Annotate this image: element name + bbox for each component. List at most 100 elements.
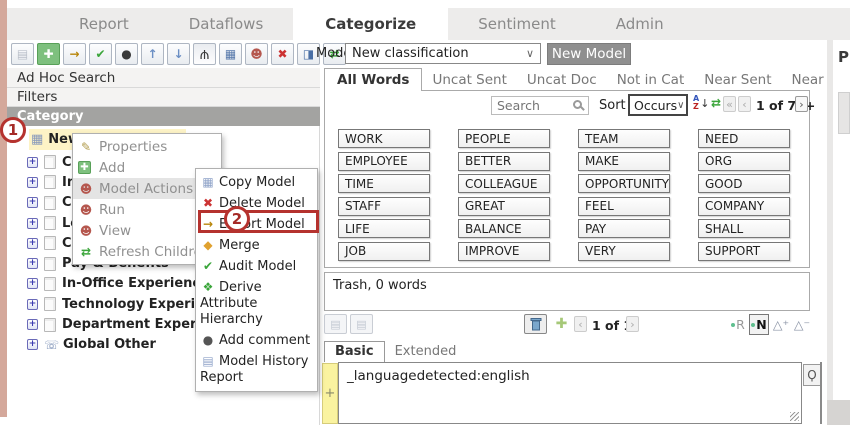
add-word-icon[interactable]: ✚ [550, 314, 573, 334]
save-rule-icon[interactable]: ▤ [324, 314, 347, 334]
model-actions-submenu: ▦Copy Model ✖Delete Model →Export Model … [195, 168, 318, 392]
word-chip[interactable]: PEOPLE [458, 129, 550, 148]
expand-icon[interactable]: + [27, 319, 38, 330]
rule-editor[interactable]: _languagedetected:english [338, 362, 802, 424]
search-icon[interactable] [573, 100, 582, 109]
tab-extended[interactable]: Extended [385, 342, 467, 362]
sort-az-icon[interactable]: AZ ↓ [693, 95, 709, 111]
export-icon[interactable]: → [63, 43, 86, 65]
add-icon[interactable]: ✚ [37, 43, 60, 65]
add-rule-strip[interactable]: + [322, 363, 338, 424]
move-down-icon[interactable]: ↓ [167, 43, 190, 65]
expand-icon[interactable]: + [27, 218, 38, 229]
adhoc-search-header[interactable]: Ad Hoc Search [7, 68, 320, 88]
font-increase-icon[interactable]: △⁺ [771, 314, 791, 335]
tree-node-label[interactable]: In-Office Experience [62, 276, 209, 291]
expand-icon[interactable]: + [27, 339, 38, 350]
page-next-button[interactable]: › [795, 96, 808, 112]
expand-icon[interactable]: + [27, 258, 38, 269]
filters-header[interactable]: Filters [7, 88, 320, 107]
expand-icon[interactable]: + [27, 197, 38, 208]
word-chip[interactable]: JOB [338, 242, 430, 261]
annotation-step-1: 1 [0, 117, 26, 143]
word-chip[interactable]: SHALL [698, 219, 790, 238]
save-icon[interactable]: ▤ [11, 43, 34, 65]
toggle-r-icon[interactable]: R [728, 314, 748, 335]
word-chip[interactable]: SUPPORT [698, 242, 790, 261]
tab-uncat-doc[interactable]: Uncat Doc [517, 69, 607, 91]
preview-panel-edge: Pr [833, 40, 850, 425]
comment-icon[interactable]: ● [115, 43, 138, 65]
nav-tab-admin[interactable]: Admin [586, 8, 694, 40]
tab-not-in-cat[interactable]: Not in Cat [607, 69, 695, 91]
move-up-icon[interactable]: ↑ [141, 43, 164, 65]
grid-icon[interactable]: ▦ [219, 43, 242, 65]
audit-icon: ✔ [200, 258, 216, 274]
word-chip[interactable]: IMPROVE [458, 242, 550, 261]
left-margin-strip [0, 0, 7, 417]
tab-basic[interactable]: Basic [324, 341, 385, 362]
model-actions-icon[interactable]: ☻ [245, 43, 268, 65]
expand-icon[interactable]: + [27, 238, 38, 249]
editor-scrollbar[interactable] [820, 362, 822, 424]
rules-prev-button[interactable]: ‹ [574, 316, 587, 332]
word-chip[interactable]: COMPANY [698, 197, 790, 216]
audit-icon[interactable]: ✔ [89, 43, 112, 65]
nav-tab-categorize[interactable]: Categorize [293, 8, 448, 40]
expand-icon[interactable]: + [27, 278, 38, 289]
nav-tab-report[interactable]: Report [49, 8, 159, 40]
delete-icon[interactable]: ✖ [271, 43, 294, 65]
word-chip[interactable]: VERY [578, 242, 670, 261]
word-chip[interactable]: PAY [578, 219, 670, 238]
word-chip[interactable]: TIME [338, 174, 430, 193]
rules-next-button[interactable]: › [626, 316, 639, 332]
submenu-item-audit-model[interactable]: ✔Audit Model [196, 256, 317, 277]
lightbulb-icon[interactable]: Ϙ [803, 364, 821, 386]
model-select[interactable]: New classification ∨ [345, 43, 541, 64]
submenu-item-derive-attribute-hierarchy[interactable]: ❖Derive Attribute Hierarchy [196, 277, 317, 330]
word-chip[interactable]: FEEL [578, 197, 670, 216]
right-panel-button[interactable] [838, 92, 850, 134]
submenu-item-model-history-report[interactable]: ▤Model History Report [196, 351, 317, 388]
word-chip[interactable]: WORK [338, 129, 430, 148]
expand-icon[interactable]: + [27, 299, 38, 310]
word-chip[interactable]: MAKE [578, 152, 670, 171]
word-chip[interactable]: GOOD [698, 174, 790, 193]
word-chip[interactable]: BETTER [458, 152, 550, 171]
word-chip[interactable]: TEAM [578, 129, 670, 148]
word-chip[interactable]: ORG [698, 152, 790, 171]
word-chip[interactable]: NEED [698, 129, 790, 148]
sort-select[interactable]: Occurs ∨ [628, 94, 688, 116]
tab-all-words[interactable]: All Words [324, 68, 422, 91]
nav-tab-dataflows[interactable]: Dataflows [159, 8, 294, 40]
submenu-item-label: Model History Report [200, 354, 308, 385]
global-phone-icon: ☏ [44, 338, 59, 352]
word-chip[interactable]: OPPORTUNITY [578, 174, 670, 193]
word-chip[interactable]: STAFF [338, 197, 430, 216]
word-chip[interactable]: EMPLOYEE [338, 152, 430, 171]
expand-icon[interactable]: + [27, 157, 38, 168]
submenu-item-add-comment[interactable]: ●Add comment [196, 330, 317, 351]
hierarchy-icon[interactable]: Ψ [193, 43, 216, 65]
word-chip[interactable]: BALANCE [458, 219, 550, 238]
page-prev-button[interactable]: ‹ [738, 96, 751, 112]
import-rule-icon[interactable]: ▤ [350, 314, 373, 334]
submenu-item-copy-model[interactable]: ▦Copy Model [196, 172, 317, 193]
expand-icon[interactable]: + [27, 177, 38, 188]
tree-node-label[interactable]: Global Other [63, 337, 156, 352]
toggle-n-icon[interactable]: N [749, 314, 769, 335]
document-icon [44, 277, 56, 291]
page-first-button[interactable]: « [723, 96, 736, 112]
submenu-item-merge[interactable]: ◆Merge [196, 235, 317, 256]
font-decrease-icon[interactable]: △⁻ [792, 314, 812, 335]
word-chip[interactable]: COLLEAGUE [458, 174, 550, 193]
refresh-words-icon[interactable]: ⇄ [711, 96, 721, 110]
word-chip[interactable]: GREAT [458, 197, 550, 216]
tab-near-sent[interactable]: Near Sent [694, 69, 781, 91]
nav-tab-sentiment[interactable]: Sentiment [448, 8, 586, 40]
new-model-button[interactable]: New Model [547, 43, 631, 65]
tab-uncat-sent[interactable]: Uncat Sent [422, 69, 516, 91]
menu-item-properties[interactable]: ✎ Properties [73, 136, 221, 157]
word-chip[interactable]: LIFE [338, 219, 430, 238]
trash-icon[interactable] [524, 314, 547, 334]
